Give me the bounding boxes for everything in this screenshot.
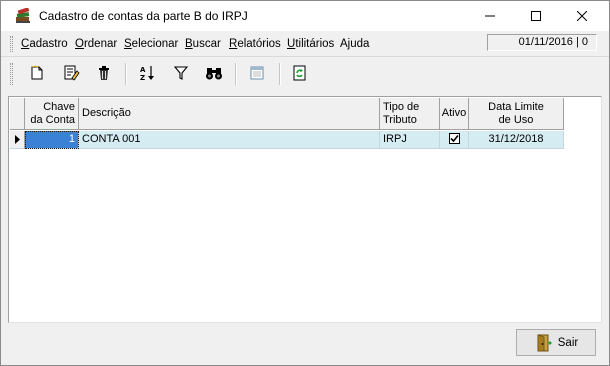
sort-az-icon: A Z: [140, 66, 154, 82]
column-header-chave-line2: da Conta: [30, 113, 75, 126]
books-icon: [16, 8, 30, 23]
edit-record-button[interactable]: [60, 62, 82, 84]
sort-button[interactable]: A Z: [136, 62, 158, 84]
column-header-ativo-label: Ativo: [441, 107, 467, 119]
current-row-arrow-icon: [15, 135, 20, 144]
cell-descricao[interactable]: CONTA 001: [79, 131, 380, 149]
title-bar: Cadastro de contas da parte B do IRPJ: [1, 1, 609, 31]
new-document-icon: [31, 65, 43, 80]
menu-cadastro[interactable]: Cadastro: [21, 38, 68, 50]
menu-ordenar-accel: O: [75, 38, 84, 50]
row-indicator[interactable]: [10, 131, 25, 149]
svg-text:A: A: [140, 66, 146, 74]
delete-record-button[interactable]: [93, 62, 115, 84]
cell-data-limite[interactable]: 31/12/2018: [469, 131, 564, 149]
close-button[interactable]: [559, 1, 605, 31]
trash-icon: [99, 66, 109, 80]
column-header-data-limite-line1: Data Limite: [488, 100, 544, 113]
menu-ordenar-label: rdenar: [83, 38, 118, 50]
toolbar: A Z: [1, 58, 609, 90]
column-header-chave[interactable]: Chave da Conta: [25, 98, 79, 130]
column-header-tipo-line1: Tipo de: [383, 100, 420, 113]
menu-relatorios-label: elatórios: [237, 38, 281, 50]
menu-relatorios[interactable]: Relatórios: [229, 38, 281, 50]
toolbar-separator: [125, 63, 127, 85]
close-icon: [577, 11, 587, 21]
column-header-descricao[interactable]: Descrição: [79, 98, 380, 130]
menu-utilitarios-label: tilitários: [295, 38, 335, 50]
toolbar-grip: [10, 63, 13, 85]
column-header-data-limite-line2: de Uso: [498, 113, 534, 126]
ativo-checkbox[interactable]: [448, 133, 460, 144]
maximize-button[interactable]: [513, 1, 559, 31]
menu-cadastro-label: adastro: [29, 38, 68, 50]
footer-bar: Sair: [8, 325, 602, 358]
sair-button[interactable]: Sair: [516, 329, 596, 356]
toolbar-separator: [235, 63, 237, 85]
refresh-button[interactable]: [289, 62, 311, 84]
menu-ajuda[interactable]: Ajuda: [340, 38, 369, 50]
menu-buscar-accel: B: [185, 38, 193, 50]
filter-button[interactable]: [170, 62, 192, 84]
sair-label: Sair: [557, 336, 579, 349]
menu-selecionar-accel: S: [124, 38, 132, 50]
column-header-tipo[interactable]: Tipo de Tributo: [380, 98, 440, 130]
column-header-chave-line1: Chave: [43, 100, 75, 113]
cell-chave[interactable]: 1: [25, 131, 79, 149]
column-header-data-limite[interactable]: Data Limite de Uso: [469, 98, 564, 130]
menu-selecionar-label: elecionar: [131, 38, 179, 50]
menu-ajuda-label: Ajuda: [340, 38, 370, 50]
maximize-icon: [531, 11, 541, 21]
date-status-panel: 01/11/2016 | 0: [487, 34, 597, 51]
search-button[interactable]: [203, 62, 225, 84]
report-icon: [250, 66, 264, 80]
menu-buscar-label: uscar: [192, 38, 221, 50]
window-title: Cadastro de contas da parte B do IRPJ: [39, 9, 248, 23]
grid-header-indicator: [10, 98, 25, 130]
column-header-descricao-label: Descrição: [82, 107, 131, 119]
svg-text:Z: Z: [140, 74, 145, 82]
cell-tipo[interactable]: IRPJ: [380, 131, 440, 149]
accounts-grid[interactable]: Chave da Conta Descrição Tipo de Tributo A…: [8, 96, 602, 323]
menu-grip: [10, 36, 13, 52]
menu-ordenar[interactable]: Ordenar: [75, 38, 117, 50]
menu-selecionar[interactable]: Selecionar: [124, 38, 178, 50]
checkmark-icon: [449, 134, 459, 143]
toolbar-separator: [279, 63, 281, 85]
minimize-button[interactable]: [467, 1, 513, 31]
column-header-tipo-line2: Tributo: [383, 113, 417, 126]
refresh-icon: [293, 65, 306, 81]
column-header-ativo[interactable]: Ativo: [440, 98, 469, 130]
menu-utilitarios[interactable]: Utilitários: [287, 38, 334, 50]
edit-document-icon: [64, 65, 80, 81]
main-window: Cadastro de contas da parte B do IRPJ Ca…: [0, 0, 610, 366]
filter-icon: [173, 66, 189, 80]
exit-door-icon: [537, 333, 552, 351]
menu-buscar[interactable]: Buscar: [185, 38, 221, 50]
binoculars-icon: [206, 68, 222, 80]
new-record-button[interactable]: [26, 62, 48, 84]
report-button[interactable]: [246, 62, 268, 84]
minimize-icon: [485, 15, 495, 17]
cell-ativo[interactable]: [440, 131, 469, 149]
